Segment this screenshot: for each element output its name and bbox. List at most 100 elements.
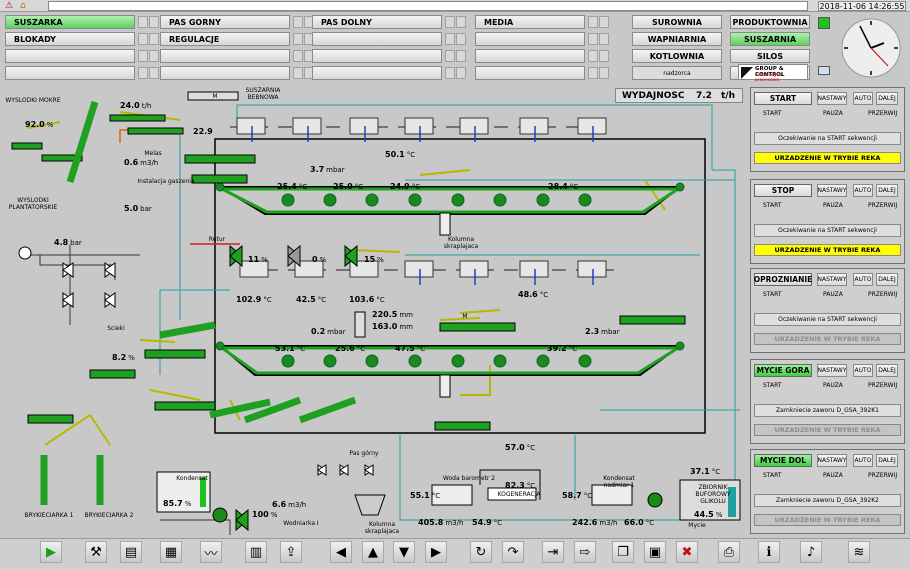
- nav-button-empty[interactable]: [475, 66, 585, 80]
- value-m-23: 2.3 mbar: [585, 327, 620, 336]
- nav-button-empty[interactable]: [160, 66, 290, 80]
- refresh-icon[interactable]: ↻: [470, 541, 492, 563]
- nav-button-silos[interactable]: SILOS: [730, 49, 810, 63]
- nav-button-empty[interactable]: [475, 49, 585, 63]
- nav-button-media[interactable]: MEDIA: [475, 15, 585, 29]
- nav-button-pas-gorny[interactable]: PAS GORNY: [160, 15, 290, 29]
- arrow-right-icon[interactable]: ▶: [425, 541, 447, 563]
- dalej-button[interactable]: DALEJ: [876, 454, 898, 467]
- value-number: 242.6: [572, 518, 598, 527]
- value-t-1029: 102.9 °C: [236, 295, 272, 304]
- home-icon[interactable]: ⌂: [20, 1, 26, 11]
- dalej-button[interactable]: DALEJ: [876, 184, 898, 197]
- save-icon[interactable]: ▣: [644, 541, 666, 563]
- trend-icon[interactable]: 〰: [200, 541, 222, 563]
- auto-button[interactable]: AUTO: [853, 273, 873, 286]
- sequence-message: Zamkniecie zaworu D_GSA_392K2: [754, 494, 901, 507]
- nav-button-suszarnia[interactable]: SUSZARNIA: [730, 32, 810, 46]
- mode-przerwij: PRZERWIJ: [868, 382, 898, 389]
- nastawy-button[interactable]: NASTAWY: [817, 364, 847, 377]
- delete-icon[interactable]: ✖: [676, 541, 698, 563]
- forward-icon[interactable]: ⇨: [574, 541, 596, 563]
- import-icon[interactable]: ⇥: [542, 541, 564, 563]
- nav-button-surownia[interactable]: SUROWNIA: [632, 15, 722, 29]
- sequence-title-button[interactable]: MYCIE DOL: [754, 454, 812, 467]
- nav-button-empty[interactable]: [5, 49, 135, 63]
- tools-icon[interactable]: ⚒: [85, 541, 107, 563]
- sound-icon[interactable]: ♪: [800, 541, 822, 563]
- auto-button[interactable]: AUTO: [853, 184, 873, 197]
- nastawy-button[interactable]: NASTAWY: [817, 454, 847, 467]
- nav-button-regulacje[interactable]: REGULACJE: [160, 32, 290, 46]
- sequence-title-button[interactable]: START: [754, 92, 812, 105]
- value-t-254: 25.4 °C: [277, 182, 307, 191]
- nav-button-empty[interactable]: [312, 32, 442, 46]
- nav-status-cells: [293, 33, 314, 45]
- value-m-37: 3.7 mbar: [310, 165, 345, 174]
- nav-button-suszarka[interactable]: SUSZARKA: [5, 15, 135, 29]
- value-t-392: 39.2 °C: [547, 344, 577, 353]
- value-t-660: 66.0 °C: [624, 518, 654, 527]
- sequence-title-button[interactable]: STOP: [754, 184, 812, 197]
- signal-icon[interactable]: ≋: [848, 541, 870, 563]
- value-t-284: 28.4 °C: [548, 182, 578, 191]
- export-icon[interactable]: ⇪: [280, 541, 302, 563]
- value-v-06: 0.6 m3/h: [124, 158, 158, 167]
- arrow-up-icon[interactable]: ▲: [362, 541, 384, 563]
- company-logo: GROUP & CONTROL automatyka procesowa: [738, 64, 808, 83]
- auto-button[interactable]: AUTO: [853, 364, 873, 377]
- doc-icon[interactable]: ▦: [160, 541, 182, 563]
- warning-icon[interactable]: ⚠: [5, 1, 15, 11]
- arrow-down-icon[interactable]: ▼: [393, 541, 415, 563]
- dalej-button[interactable]: DALEJ: [876, 92, 898, 105]
- info-icon[interactable]: ℹ: [758, 541, 780, 563]
- sequence-title-button[interactable]: OPROZNIANIE: [754, 273, 812, 286]
- redo-icon[interactable]: ↷: [502, 541, 524, 563]
- label-retur: Retur: [208, 236, 226, 243]
- auto-button[interactable]: AUTO: [853, 92, 873, 105]
- dalej-button[interactable]: DALEJ: [876, 364, 898, 377]
- nav-button-empty[interactable]: [160, 49, 290, 63]
- nav-button-empty[interactable]: [312, 66, 442, 80]
- value-number: 92.0: [25, 120, 45, 129]
- value-t-250: 25.0 °C: [333, 182, 363, 191]
- value-number: 15: [364, 255, 376, 264]
- mode-status-badge: URZADZENIE W TRYBIE REKA: [754, 333, 901, 345]
- play-icon[interactable]: ▶: [40, 541, 62, 563]
- label-mycie: Mycie: [688, 522, 706, 529]
- copy-icon[interactable]: ❐: [612, 541, 634, 563]
- unit-label: °C: [493, 519, 503, 527]
- nav-button-nadzorca[interactable]: nadzorca: [632, 66, 722, 80]
- monitor-icon[interactable]: [818, 66, 830, 75]
- unit-label: %: [319, 256, 327, 264]
- nav-button-blokady[interactable]: BLOKADY: [5, 32, 135, 46]
- mode-status-badge: URZADZENIE W TRYBIE REKA: [754, 244, 901, 256]
- value-p-82: 8.2%: [112, 353, 135, 362]
- nastawy-button[interactable]: NASTAWY: [817, 92, 847, 105]
- nav-button-empty[interactable]: [5, 66, 135, 80]
- report-icon[interactable]: ▥: [245, 541, 267, 563]
- value-number: 8.2: [112, 353, 127, 362]
- mode-start: START: [763, 472, 782, 479]
- nav-button-empty[interactable]: [312, 49, 442, 63]
- nav-button-empty[interactable]: [475, 32, 585, 46]
- nastawy-button[interactable]: NASTAWY: [817, 184, 847, 197]
- auto-button[interactable]: AUTO: [853, 454, 873, 467]
- label-wysl-mokre: WYSLODKI MOKRE: [5, 97, 61, 104]
- arrow-left-icon[interactable]: ◀: [330, 541, 352, 563]
- print-icon[interactable]: ⎙: [718, 541, 740, 563]
- dalej-button[interactable]: DALEJ: [876, 273, 898, 286]
- sequence-title-button[interactable]: MYCIE GORA: [754, 364, 812, 377]
- folder-icon[interactable]: ▤: [120, 541, 142, 563]
- nastawy-button[interactable]: NASTAWY: [817, 273, 847, 286]
- mode-status-badge: URZADZENIE W TRYBIE REKA: [754, 152, 901, 164]
- value-number: 48.6: [518, 290, 538, 299]
- nav-button-produktownia[interactable]: PRODUKTOWNIA: [730, 15, 810, 29]
- nav-button-kotlownia[interactable]: KOTLOWNIA: [632, 49, 722, 63]
- value-number: 58.7: [562, 491, 582, 500]
- value-p-100: 100%: [252, 510, 277, 519]
- nav-button-wapniarnia[interactable]: WAPNIARNIA: [632, 32, 722, 46]
- address-field[interactable]: [48, 1, 808, 11]
- nav-button-pas-dolny[interactable]: PAS DOLNY: [312, 15, 442, 29]
- value-p-445: 44.5%: [694, 510, 722, 519]
